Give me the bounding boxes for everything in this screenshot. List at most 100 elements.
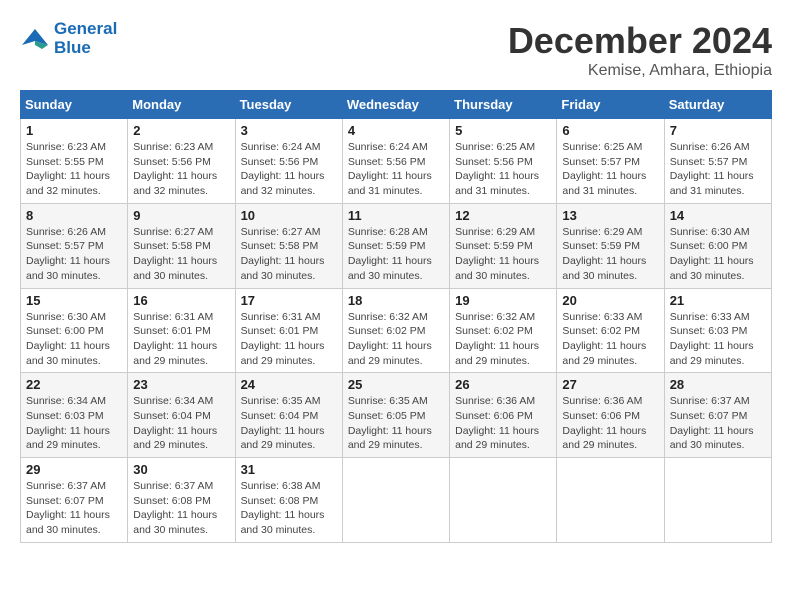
day-info: Sunrise: 6:36 AM Sunset: 6:06 PM Dayligh… bbox=[455, 394, 551, 453]
day-number: 3 bbox=[241, 123, 337, 138]
calendar-cell: 4 Sunrise: 6:24 AM Sunset: 5:56 PM Daylig… bbox=[342, 119, 449, 204]
day-info: Sunrise: 6:29 AM Sunset: 5:59 PM Dayligh… bbox=[455, 225, 551, 284]
calendar-cell: 20 Sunrise: 6:33 AM Sunset: 6:02 PM Dayli… bbox=[557, 288, 664, 373]
calendar-cell: 6Sunrise: 6:25 AM Sunset: 5:57 PM Daylig… bbox=[557, 119, 664, 204]
day-info: Sunrise: 6:32 AM Sunset: 6:02 PM Dayligh… bbox=[455, 310, 551, 369]
day-number: 27 bbox=[562, 377, 658, 392]
day-of-week-header: Thursday bbox=[450, 91, 557, 119]
calendar-cell bbox=[557, 458, 664, 543]
day-number: 4 bbox=[348, 123, 444, 138]
logo: General Blue bbox=[20, 20, 117, 57]
day-number: 16 bbox=[133, 293, 229, 308]
calendar-week-row: 8 Sunrise: 6:26 AM Sunset: 5:57 PM Daylig… bbox=[21, 203, 772, 288]
day-number: 20 bbox=[562, 293, 658, 308]
day-info: Sunrise: 6:27 AM Sunset: 5:58 PM Dayligh… bbox=[241, 225, 337, 284]
page-header: General Blue December 2024 Kemise, Amhar… bbox=[20, 20, 772, 80]
day-info: Sunrise: 6:30 AM Sunset: 6:00 PM Dayligh… bbox=[670, 225, 766, 284]
calendar-cell: 22Sunrise: 6:34 AM Sunset: 6:03 PM Dayli… bbox=[21, 373, 128, 458]
day-of-week-header: Saturday bbox=[664, 91, 771, 119]
day-info: Sunrise: 6:31 AM Sunset: 6:01 PM Dayligh… bbox=[241, 310, 337, 369]
calendar-cell: 17Sunrise: 6:31 AM Sunset: 6:01 PM Dayli… bbox=[235, 288, 342, 373]
day-number: 14 bbox=[670, 208, 766, 223]
calendar-cell: 1Sunrise: 6:23 AM Sunset: 5:55 PM Daylig… bbox=[21, 119, 128, 204]
calendar-cell: 11 Sunrise: 6:28 AM Sunset: 5:59 PM Dayli… bbox=[342, 203, 449, 288]
day-info: Sunrise: 6:38 AM Sunset: 6:08 PM Dayligh… bbox=[241, 479, 337, 538]
day-info: Sunrise: 6:24 AM Sunset: 5:56 PM Dayligh… bbox=[348, 140, 444, 199]
calendar-cell: 23 Sunrise: 6:34 AM Sunset: 6:04 PM Dayli… bbox=[128, 373, 235, 458]
day-number: 29 bbox=[26, 462, 122, 477]
day-number: 21 bbox=[670, 293, 766, 308]
day-info: Sunrise: 6:36 AM Sunset: 6:06 PM Dayligh… bbox=[562, 394, 658, 453]
logo-icon bbox=[20, 27, 50, 51]
day-number: 10 bbox=[241, 208, 337, 223]
day-info: Sunrise: 6:37 AM Sunset: 6:07 PM Dayligh… bbox=[670, 394, 766, 453]
day-number: 7 bbox=[670, 123, 766, 138]
calendar-cell: 13 Sunrise: 6:29 AM Sunset: 5:59 PM Dayli… bbox=[557, 203, 664, 288]
calendar-cell bbox=[342, 458, 449, 543]
calendar-cell: 21 Sunrise: 6:33 AM Sunset: 6:03 PM Dayli… bbox=[664, 288, 771, 373]
day-info: Sunrise: 6:25 AM Sunset: 5:57 PM Dayligh… bbox=[562, 140, 658, 199]
day-number: 2 bbox=[133, 123, 229, 138]
calendar-cell: 8 Sunrise: 6:26 AM Sunset: 5:57 PM Daylig… bbox=[21, 203, 128, 288]
calendar-cell bbox=[664, 458, 771, 543]
day-info: Sunrise: 6:37 AM Sunset: 6:07 PM Dayligh… bbox=[26, 479, 122, 538]
calendar-week-row: 1Sunrise: 6:23 AM Sunset: 5:55 PM Daylig… bbox=[21, 119, 772, 204]
day-number: 22 bbox=[26, 377, 122, 392]
day-of-week-header: Wednesday bbox=[342, 91, 449, 119]
day-number: 31 bbox=[241, 462, 337, 477]
day-number: 19 bbox=[455, 293, 551, 308]
title-block: December 2024 Kemise, Amhara, Ethiopia bbox=[508, 20, 772, 80]
month-title: December 2024 bbox=[508, 20, 772, 62]
day-number: 23 bbox=[133, 377, 229, 392]
calendar-cell: 24Sunrise: 6:35 AM Sunset: 6:04 PM Dayli… bbox=[235, 373, 342, 458]
day-info: Sunrise: 6:23 AM Sunset: 5:55 PM Dayligh… bbox=[26, 140, 122, 199]
calendar-cell bbox=[450, 458, 557, 543]
day-of-week-header: Sunday bbox=[21, 91, 128, 119]
calendar-cell: 27 Sunrise: 6:36 AM Sunset: 6:06 PM Dayli… bbox=[557, 373, 664, 458]
calendar-week-row: 22Sunrise: 6:34 AM Sunset: 6:03 PM Dayli… bbox=[21, 373, 772, 458]
calendar-cell: 2 Sunrise: 6:23 AM Sunset: 5:56 PM Daylig… bbox=[128, 119, 235, 204]
logo-general: General bbox=[54, 20, 117, 39]
calendar-cell: 5 Sunrise: 6:25 AM Sunset: 5:56 PM Daylig… bbox=[450, 119, 557, 204]
calendar-cell: 14 Sunrise: 6:30 AM Sunset: 6:00 PM Dayli… bbox=[664, 203, 771, 288]
calendar-cell: 3 Sunrise: 6:24 AM Sunset: 5:56 PM Daylig… bbox=[235, 119, 342, 204]
day-info: Sunrise: 6:35 AM Sunset: 6:05 PM Dayligh… bbox=[348, 394, 444, 453]
day-of-week-header: Monday bbox=[128, 91, 235, 119]
day-number: 28 bbox=[670, 377, 766, 392]
day-info: Sunrise: 6:37 AM Sunset: 6:08 PM Dayligh… bbox=[133, 479, 229, 538]
day-info: Sunrise: 6:35 AM Sunset: 6:04 PM Dayligh… bbox=[241, 394, 337, 453]
day-number: 5 bbox=[455, 123, 551, 138]
day-number: 13 bbox=[562, 208, 658, 223]
calendar-header-row: SundayMondayTuesdayWednesdayThursdayFrid… bbox=[21, 91, 772, 119]
day-of-week-header: Friday bbox=[557, 91, 664, 119]
day-number: 11 bbox=[348, 208, 444, 223]
day-info: Sunrise: 6:25 AM Sunset: 5:56 PM Dayligh… bbox=[455, 140, 551, 199]
day-number: 15 bbox=[26, 293, 122, 308]
day-info: Sunrise: 6:23 AM Sunset: 5:56 PM Dayligh… bbox=[133, 140, 229, 199]
day-info: Sunrise: 6:26 AM Sunset: 5:57 PM Dayligh… bbox=[26, 225, 122, 284]
calendar-cell: 26 Sunrise: 6:36 AM Sunset: 6:06 PM Dayli… bbox=[450, 373, 557, 458]
day-info: Sunrise: 6:29 AM Sunset: 5:59 PM Dayligh… bbox=[562, 225, 658, 284]
day-info: Sunrise: 6:24 AM Sunset: 5:56 PM Dayligh… bbox=[241, 140, 337, 199]
calendar-week-row: 15Sunrise: 6:30 AM Sunset: 6:00 PM Dayli… bbox=[21, 288, 772, 373]
day-number: 18 bbox=[348, 293, 444, 308]
day-info: Sunrise: 6:33 AM Sunset: 6:02 PM Dayligh… bbox=[562, 310, 658, 369]
day-info: Sunrise: 6:27 AM Sunset: 5:58 PM Dayligh… bbox=[133, 225, 229, 284]
day-of-week-header: Tuesday bbox=[235, 91, 342, 119]
day-info: Sunrise: 6:34 AM Sunset: 6:04 PM Dayligh… bbox=[133, 394, 229, 453]
day-number: 12 bbox=[455, 208, 551, 223]
day-info: Sunrise: 6:31 AM Sunset: 6:01 PM Dayligh… bbox=[133, 310, 229, 369]
calendar-cell: 30Sunrise: 6:37 AM Sunset: 6:08 PM Dayli… bbox=[128, 458, 235, 543]
day-info: Sunrise: 6:33 AM Sunset: 6:03 PM Dayligh… bbox=[670, 310, 766, 369]
day-number: 9 bbox=[133, 208, 229, 223]
day-number: 26 bbox=[455, 377, 551, 392]
calendar-cell: 15Sunrise: 6:30 AM Sunset: 6:00 PM Dayli… bbox=[21, 288, 128, 373]
calendar-cell: 10 Sunrise: 6:27 AM Sunset: 5:58 PM Dayli… bbox=[235, 203, 342, 288]
calendar-cell: 9 Sunrise: 6:27 AM Sunset: 5:58 PM Daylig… bbox=[128, 203, 235, 288]
calendar-cell: 12 Sunrise: 6:29 AM Sunset: 5:59 PM Dayli… bbox=[450, 203, 557, 288]
day-number: 25 bbox=[348, 377, 444, 392]
day-info: Sunrise: 6:28 AM Sunset: 5:59 PM Dayligh… bbox=[348, 225, 444, 284]
day-number: 8 bbox=[26, 208, 122, 223]
day-info: Sunrise: 6:32 AM Sunset: 6:02 PM Dayligh… bbox=[348, 310, 444, 369]
calendar-cell: 19 Sunrise: 6:32 AM Sunset: 6:02 PM Dayli… bbox=[450, 288, 557, 373]
